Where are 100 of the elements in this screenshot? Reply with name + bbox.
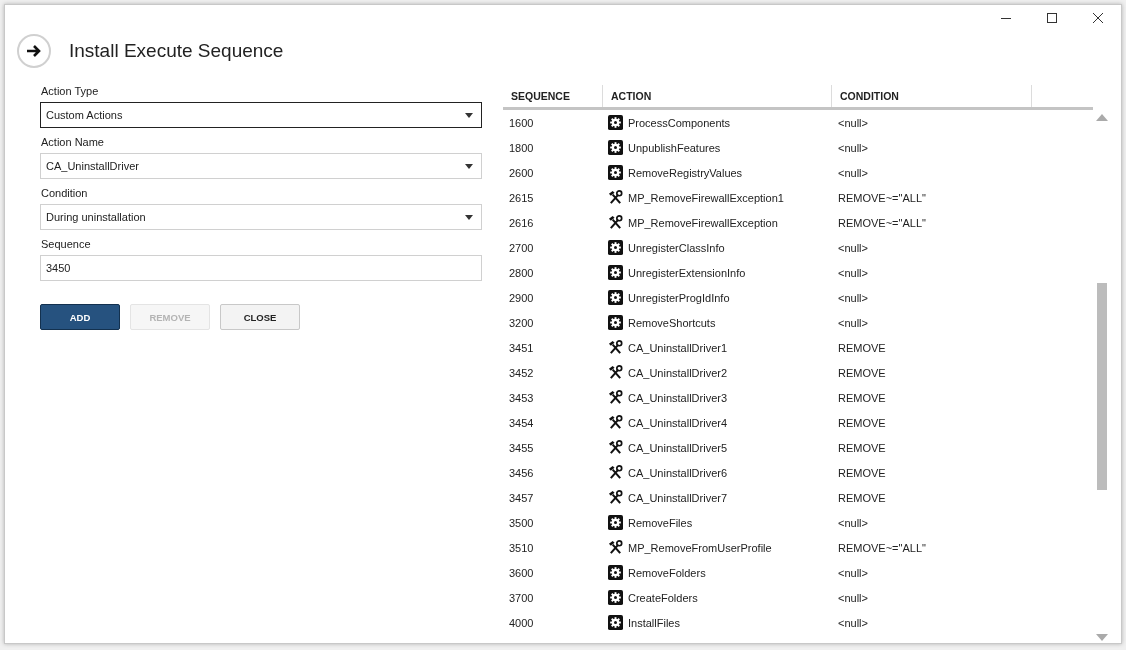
- dropdown-caret-icon: [465, 163, 473, 169]
- table-cell-text: REMOVE: [837, 491, 887, 504]
- maximize-icon: [1047, 13, 1057, 23]
- arrow-right-icon: [26, 44, 42, 58]
- gear-icon: [608, 115, 623, 130]
- arrow-button[interactable]: [17, 34, 51, 68]
- dropdown-field[interactable]: CA_UninstallDriver: [40, 153, 482, 179]
- field-label: Action Name: [41, 136, 105, 148]
- table-cell-text: 3452: [508, 366, 535, 379]
- hammer-wrench-icon: [608, 190, 623, 205]
- table-cell-text: 2900: [508, 291, 535, 304]
- table-cell-text: <null>: [837, 241, 869, 254]
- table-cell-text: REMOVE: [837, 366, 887, 379]
- table-cell-text: <null>: [837, 516, 869, 529]
- table-cell-text: 2800: [508, 266, 535, 279]
- dropdown-caret-icon: [465, 214, 473, 220]
- table-cell-text: 1800: [508, 141, 535, 154]
- gear-icon: [608, 290, 623, 305]
- table-cell-text: 3451: [508, 341, 535, 354]
- table-cell-text: <null>: [837, 266, 869, 279]
- gear-icon: [608, 565, 623, 580]
- scroll-up-icon[interactable]: [1096, 114, 1108, 121]
- table-cell: CA_UninstallDriver2: [628, 366, 728, 379]
- primary-button[interactable]: ADD: [40, 304, 120, 330]
- table-cell-text: REMOVE: [837, 441, 887, 454]
- table-cell-text: 2616: [508, 216, 535, 229]
- column-header[interactable]: SEQUENCE: [503, 85, 603, 107]
- table-cell: MP_RemoveFromUserProfile: [628, 541, 772, 554]
- gear-icon: [608, 590, 623, 605]
- table-cell-text: 3700: [508, 591, 535, 604]
- hammer-wrench-icon: [608, 490, 623, 505]
- table-cell: CA_UninstallDriver3: [628, 391, 728, 404]
- scroll-down-icon[interactable]: [1096, 634, 1108, 641]
- dropdown-field[interactable]: Custom Actions: [40, 102, 482, 128]
- dropdown-field[interactable]: During uninstallation: [40, 204, 482, 230]
- table-cell-text: <null>: [837, 166, 869, 179]
- dropdown-caret-icon: [465, 112, 473, 118]
- table-cell: MP_RemoveFirewallException: [628, 216, 778, 229]
- table-cell-text: 3200: [508, 316, 535, 329]
- table-cell: CreateFolders: [628, 591, 698, 604]
- table-cell-text: REMOVE: [837, 341, 887, 354]
- table-cell-text: <null>: [837, 316, 869, 329]
- hammer-wrench-icon: [608, 415, 623, 430]
- table-cell-text: 3453: [508, 391, 535, 404]
- table-cell-text: <null>: [837, 566, 869, 579]
- gear-icon: [608, 165, 623, 180]
- table-cell: UnregisterExtensionInfo: [628, 266, 746, 279]
- table-cell-text: 2700: [508, 241, 535, 254]
- column-header[interactable]: CONDITION: [832, 85, 1032, 107]
- table-cell-text: 2615: [508, 191, 535, 204]
- table-cell: UnregisterClassInfo: [628, 241, 725, 254]
- column-header[interactable]: ACTION: [603, 85, 832, 107]
- table-cell: UnregisterProgIdInfo: [628, 291, 730, 304]
- table-cell: CA_UninstallDriver7: [628, 491, 728, 504]
- table-cell-text: 3510: [508, 541, 535, 554]
- gear-icon: [608, 240, 623, 255]
- table-cell-text: 1600: [508, 116, 535, 129]
- gear-icon: [608, 615, 623, 630]
- table-cell-text: 4000: [508, 616, 535, 629]
- table-cell-text: 3455: [508, 441, 535, 454]
- table-cell-text: <null>: [837, 141, 869, 154]
- hammer-wrench-icon: [608, 465, 623, 480]
- table-cell-text: <null>: [837, 291, 869, 304]
- gear-icon: [608, 140, 623, 155]
- table-cell-text: 3456: [508, 466, 535, 479]
- gear-icon: [608, 315, 623, 330]
- table-cell: InstallFiles: [628, 616, 680, 629]
- table-cell-text: 3600: [508, 566, 535, 579]
- table-cell: RemoveFiles: [628, 516, 693, 529]
- table-cell: CA_UninstallDriver6: [628, 466, 728, 479]
- table-cell-text: <null>: [837, 616, 869, 629]
- table-cell: CA_UninstallDriver1: [628, 341, 728, 354]
- table-cell: CA_UninstallDriver4: [628, 416, 728, 429]
- table-cell: RemoveRegistryValues: [628, 166, 743, 179]
- table-cell: CA_UninstallDriver5: [628, 441, 728, 454]
- close-icon: [1093, 13, 1103, 23]
- field-label: Sequence: [41, 238, 92, 250]
- window-title: Install Execute Sequence: [69, 40, 284, 62]
- button[interactable]: CLOSE: [220, 304, 300, 330]
- table-cell-text: REMOVE~="ALL": [837, 191, 927, 204]
- field-label: Condition: [41, 187, 89, 199]
- table-cell-text: REMOVE~="ALL": [837, 216, 927, 229]
- table-cell-text: REMOVE: [837, 466, 887, 479]
- table-cell: RemoveFolders: [628, 566, 706, 579]
- table-cell-text: <null>: [837, 116, 869, 129]
- scrollbar-thumb[interactable]: [1097, 283, 1107, 490]
- table-cell-text: REMOVE: [837, 416, 887, 429]
- hammer-wrench-icon: [608, 340, 623, 355]
- table-cell-text: REMOVE: [837, 391, 887, 404]
- table-cell-text: 3457: [508, 491, 535, 504]
- hammer-wrench-icon: [608, 215, 623, 230]
- hammer-wrench-icon: [608, 365, 623, 380]
- hammer-wrench-icon: [608, 390, 623, 405]
- field-label: Action Type: [41, 85, 100, 97]
- table-cell-text: 3454: [508, 416, 535, 429]
- gear-icon: [608, 515, 623, 530]
- table-cell-text: 3500: [508, 516, 535, 529]
- table-cell: RemoveShortcuts: [628, 316, 716, 329]
- input-field[interactable]: 3450: [40, 255, 482, 281]
- table-cell: ProcessComponents: [628, 116, 731, 129]
